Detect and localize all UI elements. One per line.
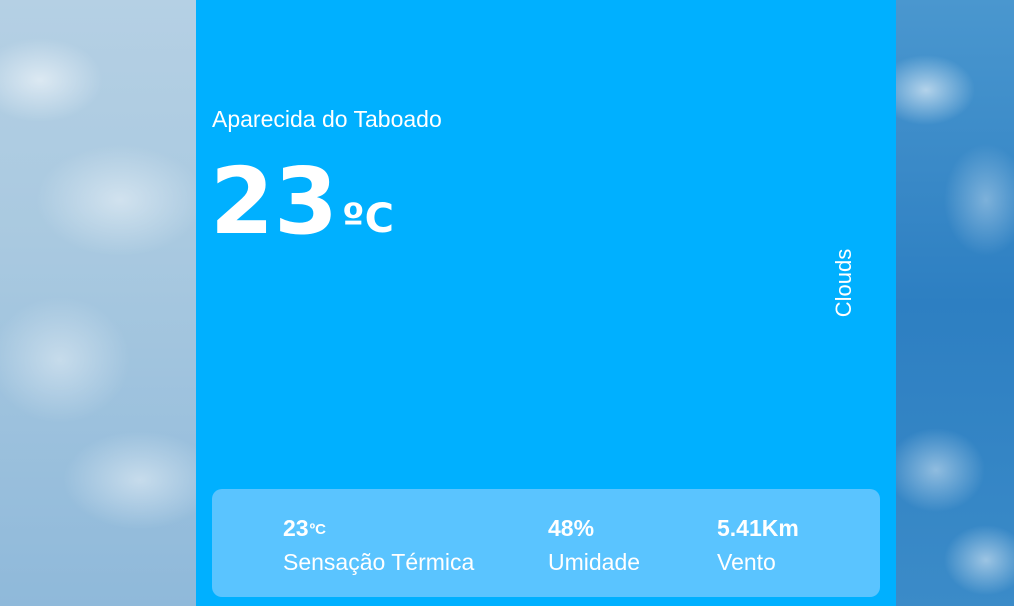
- weather-panel: Aparecida do Taboado 23 ºC Clouds 23 ºC …: [196, 0, 896, 606]
- weather-details-card: 23 ºC Sensação Térmica 48% Umidade 5.41K…: [212, 489, 880, 597]
- current-temperature: 23 ºC: [210, 152, 394, 252]
- feels-like-value-row: 23 ºC: [283, 515, 474, 543]
- humidity-stat: 48% Umidade: [548, 515, 640, 576]
- feels-like-label: Sensação Térmica: [283, 549, 475, 575]
- wind-value: 5.41Km: [717, 515, 799, 541]
- wind-stat: 5.41Km Vento: [717, 515, 799, 576]
- feels-like-value: 23: [283, 515, 309, 541]
- humidity-label: Umidade: [548, 549, 641, 575]
- wind-label: Vento: [717, 549, 776, 575]
- city-name: Aparecida do Taboado: [212, 106, 442, 132]
- background-sky-left: [0, 0, 196, 606]
- temperature-value: 23: [210, 148, 339, 255]
- weather-condition: Clouds: [828, 238, 860, 328]
- feels-like-stat: 23 ºC Sensação Térmica: [283, 515, 474, 576]
- temperature-unit: ºC: [342, 196, 394, 242]
- feels-like-unit: ºC: [309, 521, 326, 538]
- humidity-value: 48%: [548, 515, 595, 541]
- background-sky-right: [896, 0, 1014, 606]
- condition-label: Clouds: [831, 248, 857, 318]
